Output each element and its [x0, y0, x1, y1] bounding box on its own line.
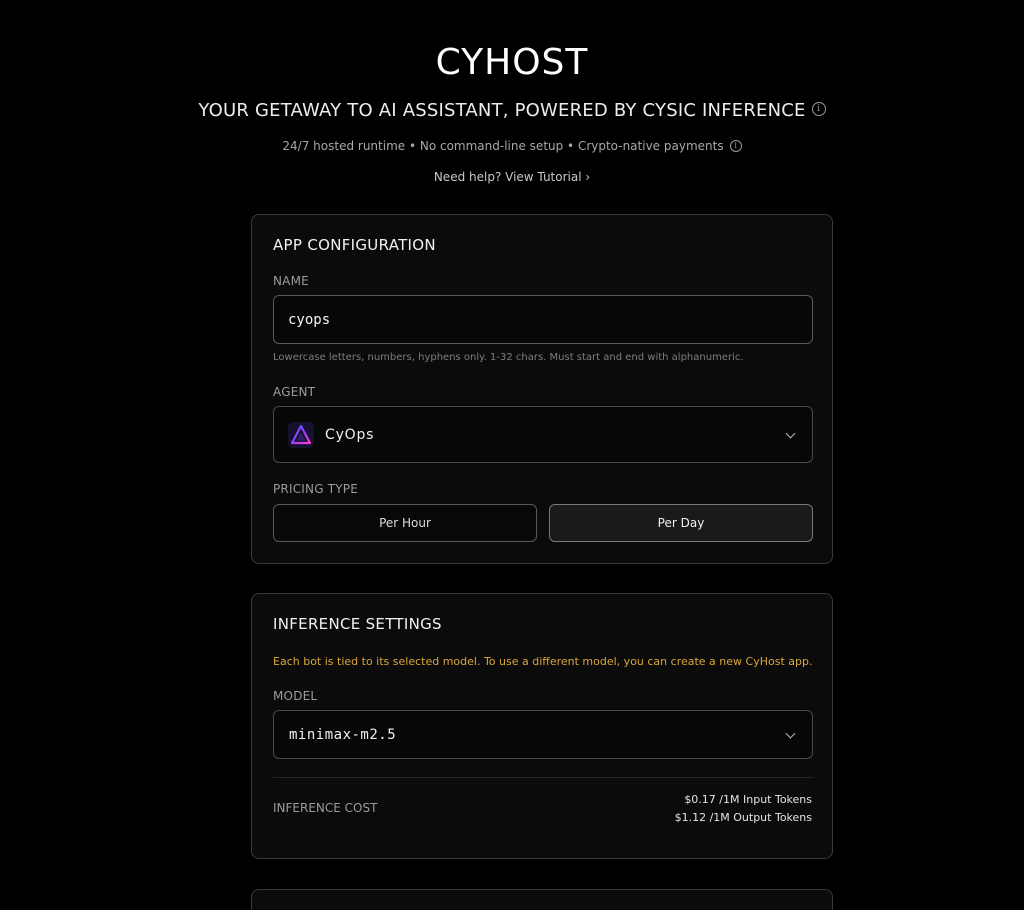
cost-divider [273, 777, 813, 778]
input-token-cost: $0.17 /1M Input Tokens [684, 793, 812, 806]
per-day-button[interactable]: Per Day [549, 504, 813, 542]
info-icon[interactable]: i [811, 102, 826, 116]
agent-value: CyOps [325, 426, 375, 443]
name-label: NAME [273, 274, 309, 288]
info-icon[interactable]: i [729, 139, 742, 152]
brand-title: CYHOST [435, 42, 589, 83]
view-tutorial-link[interactable]: View Tutorial › [505, 170, 590, 184]
agent-label: AGENT [273, 385, 316, 399]
per-hour-button[interactable]: Per Hour [273, 504, 537, 542]
model-value: minimax-m2.5 [289, 726, 397, 743]
inference-settings-card: INFERENCE SETTINGS Each bot is tied to i… [251, 593, 833, 859]
cyops-logo-icon [288, 421, 314, 448]
chevron-down-icon [785, 428, 796, 439]
name-hint: Lowercase letters, numbers, hyphens only… [273, 352, 744, 363]
inference-cost-values: $0.17 /1M Input Tokens $1.12 /1M Output … [675, 791, 812, 827]
model-notice: Each bot is tied to its selected model. … [273, 655, 813, 668]
pricing-type-label: PRICING TYPE [273, 482, 358, 496]
chevron-down-icon [785, 728, 796, 739]
model-select[interactable]: minimax-m2.5 [273, 710, 813, 759]
tagline: YOUR GETAWAY TO AI ASSISTANT, POWERED BY… [0, 100, 1024, 121]
help-prefix: Need help? [433, 170, 502, 184]
help-line: Need help? View Tutorial › [0, 170, 1024, 184]
inference-settings-title: INFERENCE SETTINGS [273, 615, 442, 633]
app-configuration-card: APP CONFIGURATION NAME Lowercase letters… [251, 214, 833, 564]
model-label: MODEL [273, 689, 318, 703]
name-input[interactable] [273, 295, 813, 344]
features-line: 24/7 hosted runtime • No command-line se… [0, 139, 1024, 153]
tagline-text: YOUR GETAWAY TO AI ASSISTANT, POWERED BY… [198, 100, 806, 121]
output-token-cost: $1.12 /1M Output Tokens [674, 811, 812, 824]
features-text: 24/7 hosted runtime • No command-line se… [282, 139, 724, 153]
app-configuration-title: APP CONFIGURATION [273, 236, 436, 254]
cyhost-page: CYHOST YOUR GETAWAY TO AI ASSISTANT, POW… [0, 0, 1024, 910]
next-settings-card [251, 889, 833, 910]
inference-cost-label: INFERENCE COST [273, 801, 378, 815]
agent-select[interactable]: CyOps [273, 406, 813, 463]
